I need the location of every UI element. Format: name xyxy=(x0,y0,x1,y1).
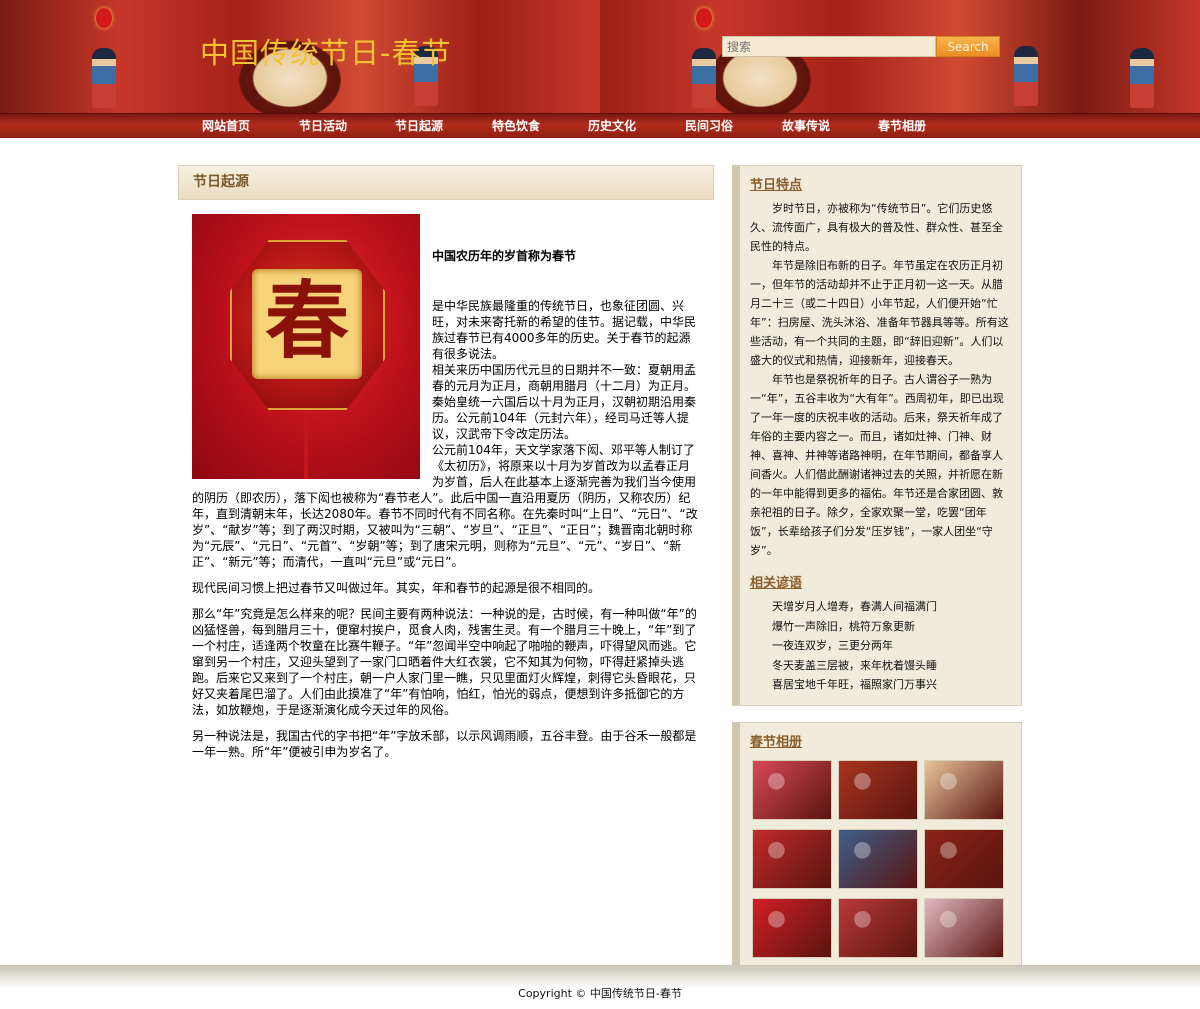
gallery-grid xyxy=(750,759,1011,958)
nav-festival-origin[interactable]: 节日起源 xyxy=(371,114,467,138)
article-paragraph: 现代民间习惯上把过春节又叫做过年。其实，年和春节的起源是很不相同的。 xyxy=(192,581,601,595)
site-header: 中国传统节日-春节 Search 网站首页 节日活动 节日起源 特色饮食 历史文… xyxy=(0,0,1200,138)
features-paragraph: 年节也是祭祝祈年的日子。古人谓谷子一熟为一“年”，五谷丰收为“大有年”。西周初年… xyxy=(750,373,1004,557)
gallery-panel: 春节相册 xyxy=(732,721,1022,969)
chun-lantern-image: 春 xyxy=(192,214,420,479)
figure-decoration xyxy=(1014,46,1038,106)
copyright-text: Copyright © 中国传统节日-春节 xyxy=(518,987,682,1000)
search-input[interactable] xyxy=(722,36,936,57)
idiom-item: 天增岁月人增寿，春满人间福满门 xyxy=(772,600,937,613)
nav-home[interactable]: 网站首页 xyxy=(178,114,274,138)
idiom-item: 冬天麦盖三层被，来年枕着馒头睡 xyxy=(772,658,937,672)
article-paragraph: 那么“年”究竟是怎么样来的呢？民间主要有两种说法：一种说的是，古时候，有一种叫做… xyxy=(192,607,697,717)
gallery-thumbnail[interactable] xyxy=(924,759,1004,820)
site-title: 中国传统节日-春节 xyxy=(200,36,452,70)
features-panel: 节日特点 岁时节日，亦被称为“传统节日”。它们历史悠久、流传面广，具有极大的普及… xyxy=(732,165,1022,706)
figure-decoration xyxy=(692,48,716,108)
figure-decoration xyxy=(92,48,116,108)
nav-special-food[interactable]: 特色饮食 xyxy=(468,114,564,138)
nav-folk-customs[interactable]: 民间习俗 xyxy=(661,114,757,138)
idioms-list: 天增岁月人增寿，春满人间福满门 爆竹一声除旧，桃符万象更新 一夜连双岁，三更分两… xyxy=(750,597,1011,695)
idiom-item: 一夜连双岁，三更分两年 xyxy=(772,639,893,652)
idioms-heading[interactable]: 相关谚语 xyxy=(750,572,1011,591)
gallery-thumbnail[interactable] xyxy=(838,759,918,820)
idiom-item: 喜居宝地千年旺，福照家门万事兴 xyxy=(772,678,937,691)
gallery-thumbnail[interactable] xyxy=(924,897,1004,958)
gallery-thumbnail[interactable] xyxy=(924,828,1004,889)
lantern-decoration xyxy=(96,8,112,28)
gallery-thumbnail[interactable] xyxy=(838,897,918,958)
figure-decoration xyxy=(1130,48,1154,108)
features-paragraph: 岁时节日，亦被称为“传统节日”。它们历史悠久、流传面广，具有极大的普及性、群众性… xyxy=(750,202,1003,253)
features-paragraph: 年节是除旧布新的日子。年节虽定在农历正月初一，但年节的活动却并不止于正月初一这一… xyxy=(750,259,1009,367)
content-heading: 节日起源 xyxy=(178,165,714,200)
nav-festival-activities[interactable]: 节日活动 xyxy=(275,114,371,138)
main-content: 节日起源 春 中国农历年的岁首称为春节 是中华民族最隆重的传统节日，也象征团圆、… xyxy=(178,165,714,770)
nav-history-culture[interactable]: 历史文化 xyxy=(564,114,660,138)
lantern-decoration xyxy=(696,8,712,28)
gallery-heading[interactable]: 春节相册 xyxy=(750,731,1011,750)
chun-character: 春 xyxy=(264,271,349,370)
idiom-item: 爆竹一声除旧，桃符万象更新 xyxy=(772,619,915,633)
nav-stories-legends[interactable]: 故事传说 xyxy=(758,114,854,138)
nav-photo-album[interactable]: 春节相册 xyxy=(854,114,950,138)
gallery-thumbnail[interactable] xyxy=(752,759,832,820)
gallery-thumbnail[interactable] xyxy=(752,828,832,889)
header-banner-right xyxy=(600,0,1200,118)
gallery-thumbnail[interactable] xyxy=(838,828,918,889)
features-heading[interactable]: 节日特点 xyxy=(750,174,1011,193)
lantern-tassel xyxy=(304,410,308,479)
search-button[interactable]: Search xyxy=(936,36,1000,57)
article-paragraph: 另一种说法是，我国古代的字书把“年”字放禾部，以示风调雨顺，五谷丰登。由于谷禾一… xyxy=(192,729,697,759)
sidebar: 节日特点 岁时节日，亦被称为“传统节日”。它们历史悠久、流传面广，具有极大的普及… xyxy=(732,165,1022,969)
gallery-thumbnail[interactable] xyxy=(752,897,832,958)
article: 春 中国农历年的岁首称为春节 是中华民族最隆重的传统节日，也象征团圆、兴旺，对未… xyxy=(178,200,714,760)
